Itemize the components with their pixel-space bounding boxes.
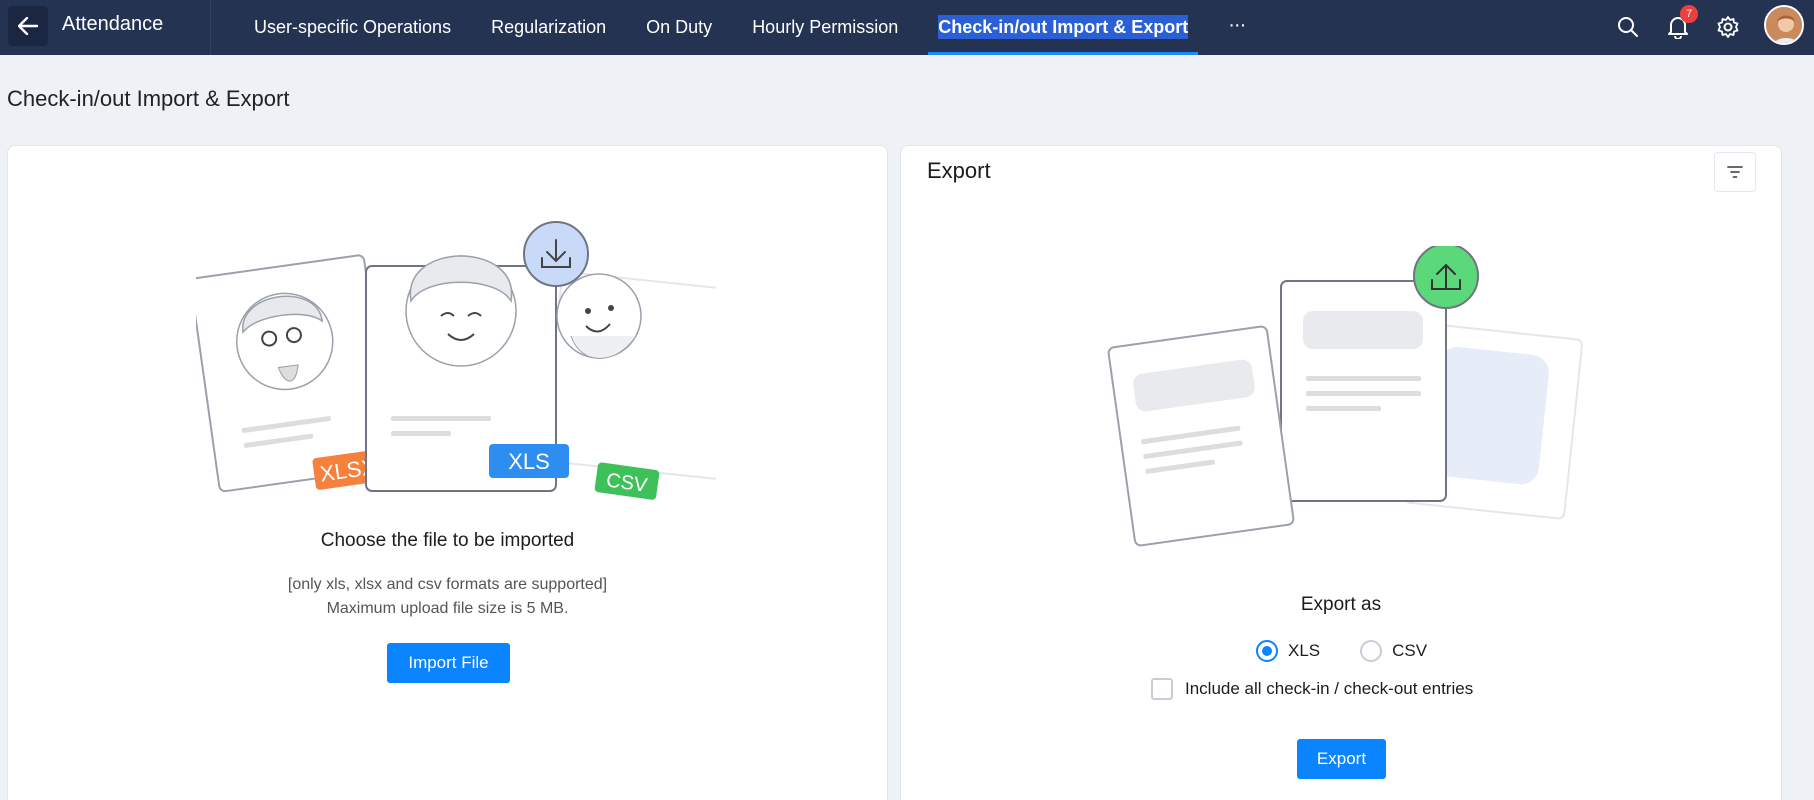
import-illustration: XLSX XLS CSV [196, 221, 716, 500]
tab-check-in-out-import-export[interactable]: Check-in/out Import & Export [928, 0, 1199, 55]
tab-regularization[interactable]: Regularization [491, 0, 606, 55]
tab-on-duty[interactable]: On Duty [646, 0, 712, 55]
gear-icon [1717, 16, 1739, 38]
arrow-left-icon [18, 17, 38, 35]
filter-button[interactable] [1714, 152, 1756, 192]
xls-badge: XLS [508, 449, 550, 474]
export-as-label: Export as [1300, 594, 1382, 615]
search-button[interactable] [1612, 11, 1644, 43]
settings-button[interactable] [1712, 11, 1744, 43]
tab-hourly-permission[interactable]: Hourly Permission [752, 0, 898, 55]
module-tabs: User-specific Operations Regularization … [254, 0, 1246, 55]
import-title: Choose the file to be imported [320, 530, 575, 551]
tab-user-specific-operations[interactable]: User-specific Operations [254, 0, 451, 55]
export-illustration [1107, 246, 1583, 547]
supported-formats-hint: [only xls, xlsx and csv formats are supp… [287, 576, 608, 593]
csv-radio[interactable] [1360, 640, 1383, 662]
export-title: Export [927, 158, 991, 183]
import-file-button[interactable]: Import File [387, 643, 510, 683]
export-button[interactable]: Export [1297, 739, 1386, 779]
export-panel: Export Export as XLS CSV Include all che… [900, 145, 1782, 800]
top-navigation-bar: Attendance User-specific Operations Regu… [0, 0, 1814, 55]
import-panel: XLSX XLS CSV Choose the file to be impor… [7, 145, 888, 800]
max-size-hint: Maximum upload file size is 5 MB. [326, 600, 569, 617]
app-title: Attendance [62, 13, 164, 35]
xls-radio-label[interactable]: XLS [1288, 641, 1320, 661]
xls-radio[interactable] [1256, 640, 1278, 662]
csv-radio-label[interactable]: CSV [1392, 641, 1427, 661]
format-radio-group: XLS CSV [1256, 640, 1467, 662]
filter-icon [1727, 166, 1743, 178]
notifications-button[interactable]: 7 [1662, 5, 1698, 43]
avatar[interactable] [1764, 5, 1804, 45]
include-all-row: Include all check-in / check-out entries [1151, 678, 1473, 700]
search-icon [1618, 17, 1638, 37]
title-divider [210, 0, 211, 55]
include-all-checkbox[interactable] [1151, 678, 1173, 700]
include-all-label[interactable]: Include all check-in / check-out entries [1185, 679, 1473, 699]
more-tabs-icon[interactable]: ··· [1228, 0, 1246, 55]
back-button[interactable] [8, 6, 48, 46]
page-title: Check-in/out Import & Export [7, 86, 290, 111]
user-photo-icon [1766, 7, 1802, 43]
notification-count-badge: 7 [1680, 5, 1698, 23]
